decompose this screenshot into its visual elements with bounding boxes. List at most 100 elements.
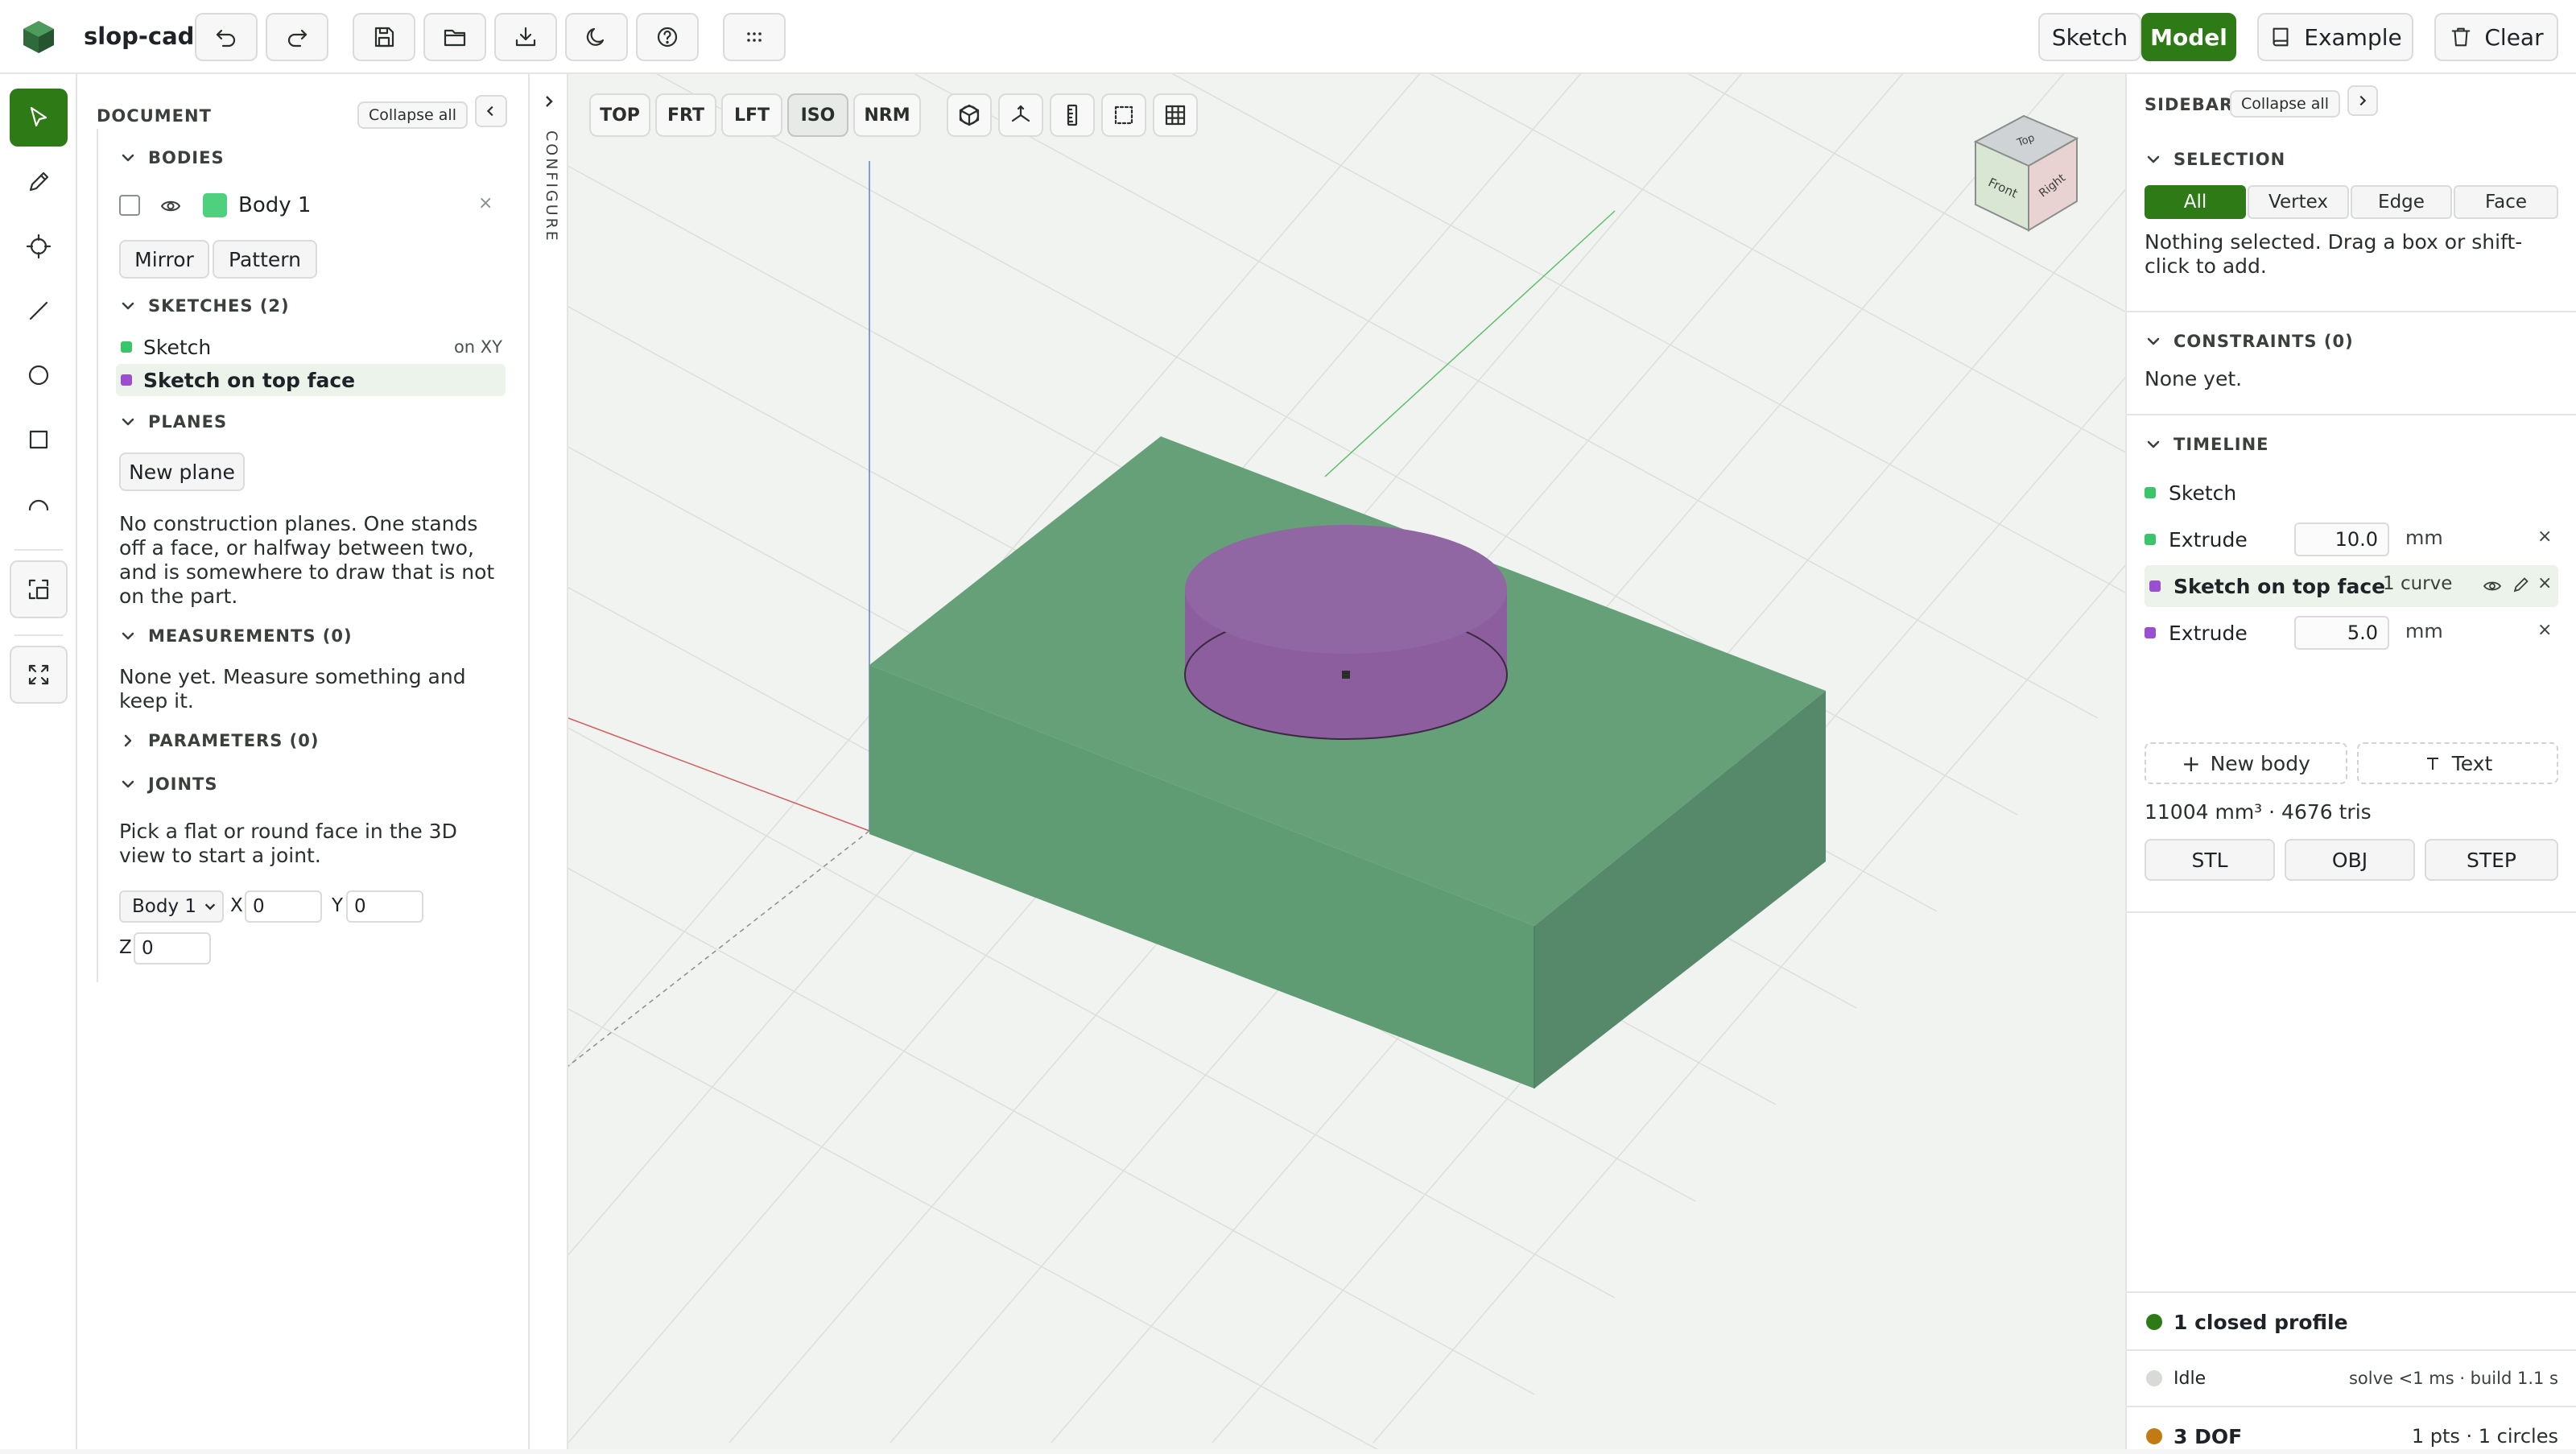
- wireframe-toggle-button[interactable]: [947, 93, 992, 137]
- mode-sketch-label: Sketch: [2051, 23, 2128, 51]
- selection-mode-face[interactable]: Face: [2454, 185, 2558, 219]
- timeline-item-name: Sketch: [2169, 481, 2237, 505]
- export-obj-button[interactable]: OBJ: [2285, 839, 2415, 881]
- cylinder-top-face[interactable]: [1185, 525, 1507, 654]
- scene-canvas[interactable]: [568, 74, 2125, 1449]
- text-feature-button[interactable]: Text: [2357, 742, 2558, 784]
- measurements-empty-text: None yet. Measure something and keep it.: [119, 665, 466, 713]
- mode-model-button[interactable]: Model: [2141, 13, 2236, 61]
- edit-pencil-icon[interactable]: [2512, 575, 2531, 594]
- box-select-tool-button[interactable]: [10, 560, 68, 618]
- circle-tool-button[interactable]: [10, 346, 68, 404]
- timeline-delete-button[interactable]: ×: [2537, 573, 2552, 593]
- pattern-button[interactable]: Pattern: [213, 240, 317, 279]
- open-button[interactable]: [423, 13, 486, 61]
- collapse-all-button[interactable]: Collapse all: [357, 101, 468, 129]
- export-step-button[interactable]: STEP: [2425, 839, 2558, 881]
- sketch-list-item[interactable]: Sketch on XY: [116, 332, 506, 362]
- circle-center-point[interactable]: [1342, 671, 1350, 679]
- selection-mode-edge[interactable]: Edge: [2351, 185, 2452, 219]
- line-tool-button[interactable]: [10, 282, 68, 340]
- collapse-panel-button[interactable]: [475, 95, 507, 127]
- select-tool-button[interactable]: [10, 89, 68, 147]
- save-icon: [374, 27, 394, 48]
- export-stl-button[interactable]: STL: [2145, 839, 2275, 881]
- rectangle-tool-button[interactable]: [10, 411, 68, 469]
- arc-tool-button[interactable]: [10, 475, 68, 533]
- view-left-button[interactable]: LFT: [721, 93, 782, 137]
- joint-x-input[interactable]: 0: [245, 890, 322, 923]
- chevron-down-icon: [122, 154, 134, 162]
- 3d-viewport[interactable]: TOP FRT LFT ISO NRM Top Front Right: [568, 74, 2125, 1449]
- theme-toggle-button[interactable]: [565, 13, 628, 61]
- sidebar-collapse-all-button[interactable]: Collapse all: [2230, 90, 2340, 118]
- new-body-label: New body: [2210, 751, 2310, 775]
- chevron-down-icon: [204, 903, 216, 911]
- eye-icon[interactable]: [2483, 576, 2502, 596]
- constraints-section-header[interactable]: CONSTRAINTS (0): [2145, 332, 2354, 351]
- joints-hint-text: Pick a flat or round face in the 3D view…: [119, 820, 457, 867]
- extrude-unit-label: mm: [2405, 620, 2443, 642]
- example-button[interactable]: Example: [2257, 13, 2413, 61]
- save-button[interactable]: [353, 13, 415, 61]
- mode-sketch-button[interactable]: Sketch: [2038, 13, 2141, 61]
- view-cube[interactable]: Top Front Right: [1969, 101, 2090, 238]
- view-top-button[interactable]: TOP: [589, 93, 650, 137]
- clear-button[interactable]: Clear: [2434, 13, 2558, 61]
- mirror-button[interactable]: Mirror: [119, 240, 209, 279]
- selection-mode-vertex[interactable]: Vertex: [2248, 185, 2349, 219]
- view-front-button[interactable]: FRT: [655, 93, 716, 137]
- joint-z-input[interactable]: 0: [134, 932, 211, 965]
- view-normal-button[interactable]: NRM: [853, 93, 921, 137]
- joint-body-select[interactable]: Body 1: [119, 890, 224, 923]
- help-button[interactable]: [636, 13, 699, 61]
- measurements-section-header[interactable]: MEASUREMENTS (0): [119, 626, 353, 646]
- undo-button[interactable]: [195, 13, 258, 61]
- axes-toggle-button[interactable]: [998, 93, 1043, 137]
- frame-selection-button[interactable]: [1101, 93, 1146, 137]
- grid-toggle-button[interactable]: [1153, 93, 1198, 137]
- timeline-item-swatch: [2145, 487, 2156, 498]
- planes-section-header[interactable]: PLANES: [119, 412, 227, 432]
- new-plane-button[interactable]: New plane: [119, 452, 245, 491]
- selection-mode-all[interactable]: All: [2145, 185, 2246, 219]
- parameters-section-header[interactable]: PARAMETERS (0): [119, 731, 319, 750]
- configure-strip[interactable]: CONFIGURE: [530, 74, 568, 1449]
- status-idle-text: Idle: [2174, 1368, 2207, 1389]
- joints-section-header[interactable]: JOINTS: [119, 775, 218, 794]
- timeline-item-swatch: [2145, 627, 2156, 638]
- measure-toggle-button[interactable]: [1050, 93, 1095, 137]
- point-tool-button[interactable]: [10, 217, 68, 275]
- sketch-list-item-selected[interactable]: Sketch on top face: [116, 364, 506, 396]
- timeline-item[interactable]: Sketch: [2145, 472, 2558, 514]
- extrude-unit-label: mm: [2405, 527, 2443, 549]
- new-body-button[interactable]: + New body: [2145, 742, 2347, 784]
- timeline-title: TIMELINE: [2174, 435, 2269, 454]
- body-visibility-checkbox[interactable]: [119, 195, 140, 216]
- sketches-section-header[interactable]: SKETCHES (2): [119, 296, 290, 316]
- bodies-section-header[interactable]: BODIES: [119, 148, 225, 167]
- sketch-tool-button[interactable]: [10, 153, 68, 211]
- joint-y-input[interactable]: 0: [346, 890, 423, 923]
- extrude-distance-input[interactable]: 5.0: [2294, 616, 2389, 650]
- extrude-distance-input[interactable]: 10.0: [2294, 523, 2389, 556]
- body-name: Body 1: [238, 193, 312, 217]
- body-color-swatch[interactable]: [203, 193, 227, 217]
- timeline-section-header[interactable]: TIMELINE: [2145, 435, 2269, 454]
- box-select-icon: [28, 579, 49, 600]
- timeline-delete-button[interactable]: ×: [2537, 527, 2552, 547]
- sidebar-collapse-button[interactable]: [2347, 85, 2378, 116]
- status-timing-text: solve <1 ms · build 1.1 s: [2348, 1369, 2558, 1388]
- y-axis-negative-line: [568, 830, 870, 1067]
- selection-section-header[interactable]: SELECTION: [2145, 150, 2285, 169]
- download-button[interactable]: [494, 13, 557, 61]
- example-label: Example: [2304, 23, 2402, 51]
- redo-button[interactable]: [266, 13, 328, 61]
- fit-view-button[interactable]: [10, 646, 68, 704]
- joint-x-label: X: [230, 895, 243, 916]
- body-delete-button[interactable]: ×: [478, 193, 493, 213]
- apps-menu-button[interactable]: [723, 13, 786, 61]
- timeline-delete-button[interactable]: ×: [2537, 620, 2552, 640]
- body-eye-button[interactable]: [159, 195, 182, 221]
- view-iso-button[interactable]: ISO: [787, 93, 848, 137]
